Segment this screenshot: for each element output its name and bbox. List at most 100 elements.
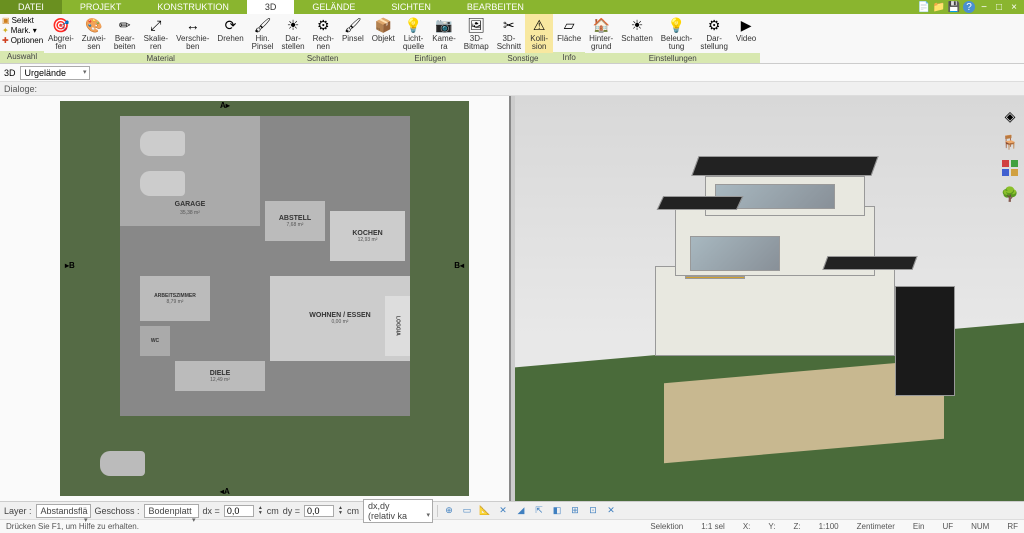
snap-icon-3[interactable]: 📐 bbox=[478, 504, 492, 518]
status-unit: Zentimeter bbox=[857, 522, 895, 531]
viewport: GARAGE 35,38 m² ABSTELL 7,68 m² KOCHEN 1… bbox=[0, 96, 1024, 501]
selekt-button[interactable]: ▣Selekt bbox=[2, 16, 42, 25]
ribbon-objekt[interactable]: 📦Objekt bbox=[368, 14, 399, 53]
ribbon-rech-nen[interactable]: ⚙Rech- nen bbox=[309, 14, 338, 53]
dialoge-label: Dialoge: bbox=[4, 84, 37, 94]
dx-input[interactable] bbox=[224, 505, 254, 517]
geschoss-label: Geschoss : bbox=[95, 506, 140, 516]
mark-button[interactable]: ✦Mark.▾ bbox=[2, 26, 42, 35]
ribbon-icon: 📷 bbox=[435, 16, 453, 34]
menu-bearbeiten[interactable]: BEARBEITEN bbox=[449, 0, 542, 14]
snap-icon-9[interactable]: ⊡ bbox=[586, 504, 600, 518]
furniture-icon[interactable]: 🪑 bbox=[1000, 132, 1020, 152]
tool-icon-1[interactable]: 📄 bbox=[918, 1, 930, 13]
snap-icon-7[interactable]: ◧ bbox=[550, 504, 564, 518]
ribbon-abgrei-fen[interactable]: 🎯Abgrei- fen bbox=[44, 14, 78, 53]
ribbon-fläche[interactable]: ▱Fläche bbox=[553, 14, 585, 52]
floorplan-pane[interactable]: GARAGE 35,38 m² ABSTELL 7,68 m² KOCHEN 1… bbox=[0, 96, 511, 501]
snap-icon-1[interactable]: ⊕ bbox=[442, 504, 456, 518]
group-material: Material bbox=[44, 53, 277, 63]
ribbon: ▣Selekt ✦Mark.▾ ✚Optionen Auswahl 🎯Abgre… bbox=[0, 14, 1024, 64]
materials-icon[interactable] bbox=[1000, 158, 1020, 178]
ribbon-icon: ▶ bbox=[737, 16, 755, 34]
ribbon-kolli-sion[interactable]: ⚠Kolli- sion bbox=[525, 14, 553, 53]
ribbon-icon: ⚙ bbox=[705, 16, 723, 34]
ribbon-icon: ✏ bbox=[116, 16, 134, 34]
menu-konstruktion[interactable]: KONSTRUKTION bbox=[139, 0, 247, 14]
tree-icon[interactable]: 🌳 bbox=[1000, 184, 1020, 204]
ribbon-drehen[interactable]: ⟳Drehen bbox=[213, 14, 247, 53]
snap-icon-4[interactable]: ✕ bbox=[496, 504, 510, 518]
ribbon-hin.-pinsel[interactable]: 🖌Hin. Pinsel bbox=[248, 14, 278, 53]
ribbon-beleuch-tung[interactable]: 💡Beleuch- tung bbox=[657, 14, 697, 53]
geschoss-dropdown[interactable]: Bodenplatt bbox=[144, 504, 199, 518]
status-zoom: 1:100 bbox=[819, 522, 839, 531]
section-a-top: A▸ bbox=[220, 101, 230, 110]
ribbon-schatten[interactable]: ☀Schatten bbox=[617, 14, 657, 53]
mode-dropdown[interactable]: dx,dy (relativ ka bbox=[363, 499, 433, 523]
layers-icon[interactable]: ◈ bbox=[1000, 106, 1020, 126]
ribbon-icon: ⚠ bbox=[530, 16, 548, 34]
section-a-bottom: ◂A bbox=[220, 487, 230, 496]
snap-icon-6[interactable]: ⇱ bbox=[532, 504, 546, 518]
terrain-dropdown[interactable]: Urgelände bbox=[20, 66, 90, 80]
ribbon-dar-stellen[interactable]: ☀Dar- stellen bbox=[277, 14, 308, 53]
status-scale: 1:1 sel bbox=[701, 522, 725, 531]
ribbon-hinter-grund[interactable]: 🏠Hinter- grund bbox=[585, 14, 617, 53]
optionen-button[interactable]: ✚Optionen bbox=[2, 36, 42, 45]
menu-projekt[interactable]: PROJEKT bbox=[62, 0, 140, 14]
status-ein: Ein bbox=[913, 522, 925, 531]
close-icon[interactable]: × bbox=[1008, 1, 1020, 13]
room-garage: GARAGE bbox=[175, 201, 206, 208]
ribbon-icon: 💡 bbox=[668, 16, 686, 34]
room-wc: WC bbox=[151, 338, 159, 344]
3d-pane[interactable]: ◈ 🪑 🌳 bbox=[515, 96, 1024, 501]
snap-icon-5[interactable]: ◢ bbox=[514, 504, 528, 518]
tool-icon-3[interactable]: 💾 bbox=[948, 1, 960, 13]
section-b-right: B◂ bbox=[454, 261, 464, 270]
ribbon-icon: ▱ bbox=[560, 16, 578, 34]
ribbon-video[interactable]: ▶Video bbox=[732, 14, 760, 53]
bottom-bar: Layer : Abstandsflä Geschoss : Bodenplat… bbox=[0, 501, 1024, 519]
group-schatten: Schatten bbox=[277, 53, 367, 63]
minimize-icon[interactable]: − bbox=[978, 1, 990, 13]
ribbon-skalie-ren[interactable]: ⤢Skalie- ren bbox=[140, 14, 172, 53]
status-rf: RF bbox=[1007, 522, 1018, 531]
ribbon-icon: ⟳ bbox=[222, 16, 240, 34]
room-abstell: ABSTELL bbox=[279, 215, 311, 222]
help-icon[interactable]: ? bbox=[963, 1, 975, 13]
ribbon-icon: 🎨 bbox=[85, 16, 103, 34]
ribbon-zuwei-sen[interactable]: 🎨Zuwei- sen bbox=[78, 14, 110, 53]
ribbon-3d-schnitt[interactable]: ✂3D- Schnitt bbox=[493, 14, 525, 53]
ribbon-kame-ra[interactable]: 📷Kame- ra bbox=[428, 14, 460, 53]
snap-icon-2[interactable]: ▭ bbox=[460, 504, 474, 518]
ribbon-icon: 🖌 bbox=[344, 16, 362, 34]
layer-label: Layer : bbox=[4, 506, 32, 516]
menu-datei[interactable]: DATEI bbox=[0, 0, 62, 14]
group-auswahl: Auswahl bbox=[0, 51, 44, 63]
ribbon-icon: ⤢ bbox=[147, 16, 165, 34]
status-z: Z: bbox=[794, 522, 801, 531]
ribbon-icon: 🖼 bbox=[467, 16, 485, 34]
dy-label: dy = bbox=[283, 506, 300, 516]
dy-input[interactable] bbox=[304, 505, 334, 517]
layer-dropdown[interactable]: Abstandsflä bbox=[36, 504, 91, 518]
ribbon-icon: ↔ bbox=[184, 16, 202, 34]
ribbon-3d-bitmap[interactable]: 🖼3D- Bitmap bbox=[460, 14, 493, 53]
ribbon-pinsel[interactable]: 🖌Pinsel bbox=[338, 14, 368, 53]
ribbon-icon: 🎯 bbox=[52, 16, 70, 34]
menu-bar: DATEI PROJEKT KONSTRUKTION 3D GELÄNDE SI… bbox=[0, 0, 1024, 14]
ribbon-bear-beiten[interactable]: ✏Bear- beiten bbox=[110, 14, 140, 53]
ribbon-dar-stellung[interactable]: ⚙Dar- stellung bbox=[696, 14, 732, 53]
menu-sichten[interactable]: SICHTEN bbox=[373, 0, 449, 14]
maximize-icon[interactable]: □ bbox=[993, 1, 1005, 13]
menu-gelaende[interactable]: GELÄNDE bbox=[294, 0, 373, 14]
snap-icon-8[interactable]: ⊞ bbox=[568, 504, 582, 518]
ribbon-verschie-ben[interactable]: ↔Verschie- ben bbox=[172, 14, 213, 53]
menu-3d[interactable]: 3D bbox=[247, 0, 295, 14]
tool-icon-2[interactable]: 📁 bbox=[933, 1, 945, 13]
snap-icon-10[interactable]: ✕ bbox=[604, 504, 618, 518]
group-sonstige: Sonstige bbox=[493, 53, 553, 63]
room-kochen: KOCHEN bbox=[352, 230, 382, 237]
ribbon-licht-quelle[interactable]: 💡Licht- quelle bbox=[399, 14, 428, 53]
